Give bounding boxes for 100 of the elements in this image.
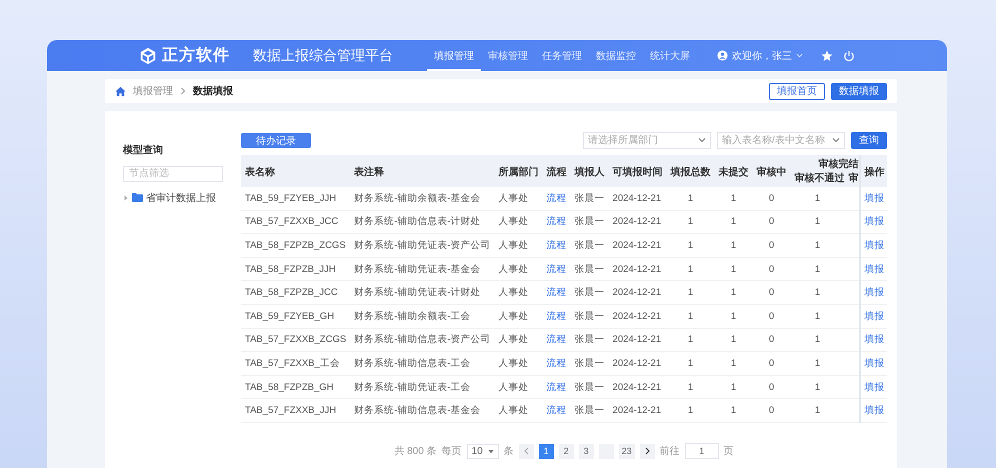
nav-tab[interactable]: 统计大屏 [643, 40, 697, 71]
records-button[interactable]: 待办记录 [241, 132, 311, 148]
flow-link[interactable]: 流程 [546, 192, 567, 204]
page-size-select[interactable]: 10 [466, 444, 499, 458]
query-button[interactable]: 查询 [851, 132, 887, 148]
table-cell: 张晨一 [574, 382, 605, 393]
tree-item[interactable]: 省审计数据上报 [146, 190, 216, 204]
fill-report-link[interactable]: 填报 [864, 287, 885, 298]
user-greeting[interactable]: 欢迎你，张三 [732, 48, 792, 62]
go-to-label: 前往 [660, 444, 680, 458]
table-cell: 1 [730, 382, 736, 393]
previous-page-button[interactable] [518, 444, 534, 458]
flow-link[interactable]: 流程 [546, 358, 567, 369]
table-cell: 1 [814, 287, 820, 298]
table-cell: 1 [688, 358, 694, 369]
page-button[interactable]: 填报首页 [769, 82, 825, 100]
table-cell: 1 [730, 334, 736, 346]
breadcrumb-item: 数据填报 [193, 84, 233, 98]
table-cell: TAB_59_FZYEB_GH [245, 310, 334, 322]
table-cell: 2024-12-21 [612, 334, 662, 346]
flow-link[interactable]: 流程 [546, 216, 567, 228]
table-cell: TAB_58_FZPZB_JJH [245, 264, 336, 275]
column-header: 填报人 [574, 166, 605, 179]
table-cell: 0 [768, 287, 774, 298]
flow-link[interactable]: 流程 [546, 310, 567, 322]
fill-report-link[interactable]: 填报 [864, 405, 885, 416]
column-header: 可填报时间 [612, 166, 663, 179]
table-cell: 1 [814, 382, 820, 393]
flow-link[interactable]: 流程 [546, 382, 567, 393]
table-cell: 2024-12-21 [612, 192, 662, 204]
department-select[interactable]: 请选择所属部门 [583, 132, 711, 148]
table-cell: 2024-12-21 [612, 240, 662, 251]
page-button[interactable]: 3 [578, 444, 594, 458]
caret-down-icon [488, 448, 494, 454]
table-cell: 张晨一 [574, 287, 605, 298]
next-page-button[interactable] [640, 444, 655, 458]
cube-logo-icon [139, 46, 157, 64]
table-cell: 2024-12-21 [612, 405, 662, 416]
fill-report-link[interactable]: 填报 [864, 358, 885, 369]
nav-tab[interactable]: 审核管理 [481, 40, 535, 71]
page-unit: 页 [724, 445, 734, 458]
table-cell: 1 [688, 240, 694, 251]
column-header: 未提交 [718, 165, 749, 179]
table-cell: 2024-12-21 [612, 264, 662, 275]
page-button[interactable]: 数据填报 [831, 82, 887, 100]
page-size-value: 10 [472, 446, 483, 456]
fill-report-link[interactable]: 填报 [864, 382, 885, 393]
table-cell: TAB_57_FZXXB_工会 [245, 358, 340, 369]
table-cell: 财务系统-辅助凭证表-计财处 [354, 287, 481, 298]
page-button[interactable]: 2 [558, 444, 574, 458]
caret-icon[interactable] [123, 194, 129, 200]
fill-report-link[interactable]: 填报 [864, 334, 885, 346]
flow-link[interactable]: 流程 [546, 287, 567, 298]
table-cell: 1 [688, 264, 694, 275]
chevron-left-icon [524, 447, 529, 455]
table-cell: TAB_58_FZPZB_ZCGS [245, 240, 346, 251]
breadcrumb-item[interactable]: 填报管理 [133, 84, 173, 98]
table-cell: TAB_58_FZPZB_GH [245, 382, 334, 393]
table-cell: 1 [730, 358, 736, 369]
star-icon[interactable] [821, 50, 833, 62]
fill-report-link[interactable]: 填报 [864, 192, 885, 204]
nav-tab[interactable]: 任务管理 [535, 40, 589, 71]
table-cell: 0 [768, 216, 774, 228]
flow-link[interactable]: 流程 [546, 334, 567, 346]
nav-tab[interactable]: 数据监控 [589, 40, 643, 71]
table-cell: 张晨一 [574, 216, 605, 228]
table-cell: 财务系统-辅助信息表-基金会 [354, 405, 481, 416]
chevron-down-icon[interactable] [796, 52, 803, 59]
column-header: 表注释 [354, 165, 384, 179]
table-cell: 人事处 [498, 192, 529, 204]
column-header: 表名称 [245, 166, 275, 179]
chevron-right-icon [644, 447, 650, 455]
folder-icon [132, 193, 143, 202]
page-number-field[interactable]: 1 [684, 443, 719, 459]
flow-link[interactable]: 流程 [546, 240, 567, 251]
fill-report-link[interactable]: 填报 [864, 216, 885, 228]
table-cell: 1 [814, 240, 820, 251]
table-cell: 人事处 [498, 334, 529, 346]
column-header: 操作 [864, 166, 885, 179]
nav-tab[interactable]: 填报管理 [427, 40, 481, 71]
app-title: 数据上报综合管理平台 [253, 46, 393, 64]
table-search-field[interactable]: 输入表名称/表中文名称 [717, 132, 845, 148]
fill-report-link[interactable]: 填报 [864, 310, 885, 322]
node-filter-field[interactable]: 节点筛选 [123, 166, 223, 182]
power-icon[interactable] [843, 50, 855, 62]
table-cell: TAB_57_FZXXB_JCC [245, 216, 338, 228]
table-cell: 2024-12-21 [612, 310, 662, 322]
table-cell: 0 [768, 192, 774, 204]
page-button[interactable]: 23 [618, 444, 635, 458]
page-button[interactable]: 1 [538, 444, 554, 458]
table-cell: 财务系统-辅助余额表-工会 [354, 310, 471, 322]
table-cell: 张晨一 [574, 240, 605, 251]
table-cell: 1 [730, 216, 736, 228]
table-cell: 1 [688, 382, 694, 393]
table-cell: 1 [814, 334, 820, 346]
table-cell: 0 [768, 334, 774, 346]
flow-link[interactable]: 流程 [546, 405, 567, 416]
flow-link[interactable]: 流程 [546, 264, 567, 275]
fill-report-link[interactable]: 填报 [864, 264, 885, 275]
fill-report-link[interactable]: 填报 [864, 240, 885, 251]
